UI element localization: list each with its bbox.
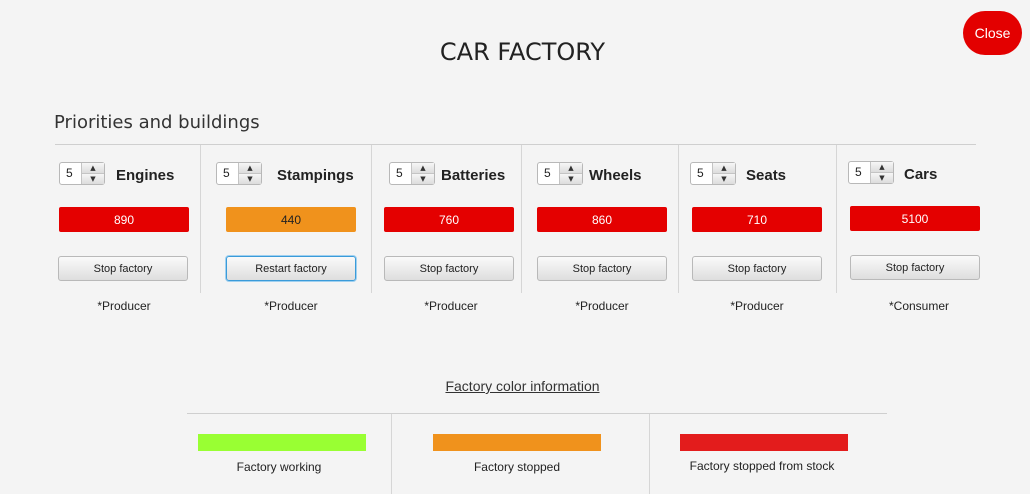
column-divider	[836, 145, 837, 293]
legend-swatch-stopped	[433, 434, 601, 451]
increment-arrow-icon[interactable]: ▲	[82, 163, 104, 174]
increment-arrow-icon[interactable]: ▲	[560, 163, 582, 174]
priority-value: 5	[855, 165, 862, 179]
legend-column-divider	[649, 414, 650, 494]
building-name: Cars	[904, 166, 938, 183]
priority-spinner[interactable]: 5 ▲ ▼	[537, 162, 583, 185]
stock-indicator: 710	[692, 207, 822, 232]
section-title: Priorities and buildings	[54, 112, 260, 133]
legend-divider	[187, 413, 887, 414]
legend-column-divider	[391, 414, 392, 494]
column-divider	[521, 145, 522, 293]
building-name: Seats	[746, 167, 787, 184]
priority-value: 5	[396, 166, 403, 180]
increment-arrow-icon[interactable]: ▲	[713, 163, 735, 174]
stock-indicator: 860	[537, 207, 667, 232]
stock-indicator: 890	[59, 207, 189, 232]
priority-spinner[interactable]: 5 ▲ ▼	[389, 162, 435, 185]
priority-value: 5	[66, 166, 73, 180]
legend-title: Factory color information	[445, 378, 600, 394]
role-label: *Consumer	[888, 299, 950, 313]
priority-spinner[interactable]: 5 ▲ ▼	[59, 162, 105, 185]
stop-factory-button[interactable]: Stop factory	[58, 256, 188, 281]
column-divider	[678, 145, 679, 293]
stock-indicator: 760	[384, 207, 514, 232]
building-name: Engines	[116, 167, 175, 184]
legend-label-stopped: Factory stopped	[473, 460, 561, 474]
decrement-arrow-icon[interactable]: ▼	[82, 174, 104, 184]
stop-factory-button[interactable]: Stop factory	[384, 256, 514, 281]
role-label: *Producer	[575, 299, 629, 313]
priority-spinner[interactable]: 5 ▲ ▼	[216, 162, 262, 185]
decrement-arrow-icon[interactable]: ▼	[871, 173, 893, 183]
restart-factory-button[interactable]: Restart factory	[226, 256, 356, 281]
column-divider	[371, 145, 372, 293]
priority-spinner[interactable]: 5 ▲ ▼	[690, 162, 736, 185]
priority-value: 5	[697, 166, 704, 180]
legend-swatch-stopped-from-stock	[680, 434, 848, 451]
increment-arrow-icon[interactable]: ▲	[871, 162, 893, 173]
building-name: Batteries	[441, 167, 506, 184]
role-label: *Producer	[730, 299, 784, 313]
priority-value: 5	[223, 166, 230, 180]
stop-factory-button[interactable]: Stop factory	[692, 256, 822, 281]
building-name: Stampings	[277, 167, 354, 184]
role-label: *Producer	[264, 299, 318, 313]
decrement-arrow-icon[interactable]: ▼	[239, 174, 261, 184]
legend-swatch-working	[198, 434, 366, 451]
decrement-arrow-icon[interactable]: ▼	[412, 174, 434, 184]
role-label: *Producer	[424, 299, 478, 313]
decrement-arrow-icon[interactable]: ▼	[713, 174, 735, 184]
column-divider	[200, 145, 201, 293]
legend-label-stopped-from-stock: Factory stopped from stock	[689, 459, 835, 473]
stop-factory-button[interactable]: Stop factory	[537, 256, 667, 281]
decrement-arrow-icon[interactable]: ▼	[560, 174, 582, 184]
increment-arrow-icon[interactable]: ▲	[412, 163, 434, 174]
building-name: Wheels	[589, 167, 642, 184]
section-divider	[55, 144, 976, 145]
role-label: *Producer	[97, 299, 151, 313]
stock-indicator: 440	[226, 207, 356, 232]
priority-spinner[interactable]: 5 ▲ ▼	[848, 161, 894, 184]
page-title: CAR FACTORY	[439, 38, 606, 66]
increment-arrow-icon[interactable]: ▲	[239, 163, 261, 174]
legend-label-working: Factory working	[236, 460, 322, 474]
stock-indicator: 5100	[850, 206, 980, 231]
close-button[interactable]: Close	[963, 11, 1022, 55]
priority-value: 5	[544, 166, 551, 180]
stop-factory-button[interactable]: Stop factory	[850, 255, 980, 280]
